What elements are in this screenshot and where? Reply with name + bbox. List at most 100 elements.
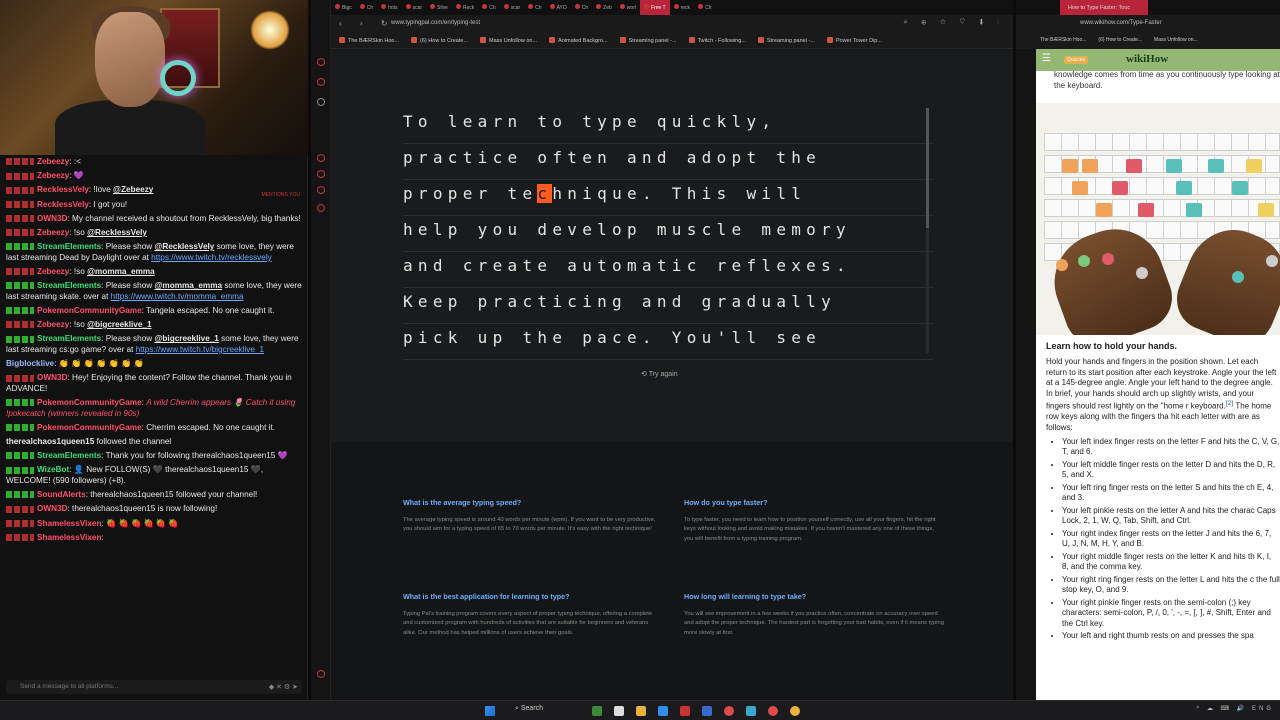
bookmark-item[interactable]: The BÆRSkin Hoo...	[1040, 37, 1086, 43]
right-address-bar[interactable]: www.wikihow.com/Type-Faster	[1016, 15, 1280, 32]
chrome-icon[interactable]	[790, 706, 800, 716]
toolbar-icons[interactable]: ⌕ ⊕ ☆ ♡ ⬇ ⋮	[904, 19, 1005, 27]
chat-link[interactable]: https://www.twitch.tv/bigcreeklive_1	[136, 345, 264, 354]
chat-username[interactable]: PokemonCommunityGame	[37, 306, 142, 315]
chat-username[interactable]: ShamelessVixen	[37, 519, 101, 528]
browser-tab[interactable]: scar	[402, 0, 426, 15]
browser-tab[interactable]: scar	[500, 0, 524, 15]
sidebar-more-icon[interactable]	[317, 670, 325, 678]
chat-username[interactable]: Zebeezy	[37, 157, 69, 166]
faq-question[interactable]: What is the best application for learnin…	[403, 592, 663, 601]
try-again-button[interactable]: ⟲ Try again	[641, 370, 678, 378]
chat-username[interactable]: PokemonCommunityGame	[37, 423, 142, 432]
right-tab-strip[interactable]: How to Type Faster: Touc	[1016, 0, 1280, 15]
chat-log[interactable]: Zebeezy: :< Zebeezy: 💜 RecklessVely: !love…	[0, 155, 308, 677]
browser-tab[interactable]: Free T	[639, 0, 670, 15]
chat-username[interactable]: ShamelessVixen	[37, 533, 101, 542]
chat-username[interactable]: PokemonCommunityGame	[37, 398, 142, 407]
bookmark-item[interactable]: (6) How to Create...	[1098, 37, 1142, 43]
chat-mention[interactable]: @RecklessVely	[154, 242, 214, 251]
chat-mention[interactable]: @momma_emma	[87, 267, 155, 276]
chat-username[interactable]: StreamElements	[37, 451, 101, 460]
chat-link[interactable]: https://www.twitch.tv/recklessvely	[151, 253, 272, 262]
chat-username[interactable]: OWN3D	[37, 214, 67, 223]
app-icon-1[interactable]	[592, 706, 602, 716]
browser-tab[interactable]: Ch	[478, 0, 499, 15]
sidebar-twitter-icon[interactable]	[317, 98, 325, 106]
lesson-text[interactable]: To learn to type quickly, practice often …	[403, 108, 933, 360]
chat-username[interactable]: SoundAlerts	[37, 490, 86, 499]
chat-mention[interactable]: @momma_emma	[154, 281, 222, 290]
chat-input-icons[interactable]: ◆ ✕ ⚙ ➤	[269, 683, 298, 691]
bookmark-item[interactable]: Power Tower Dip...	[826, 37, 882, 44]
app-icon-5[interactable]	[680, 706, 690, 716]
chat-username[interactable]: OWN3D	[37, 373, 67, 382]
chat-mention[interactable]: @bigcreeklive_1	[154, 334, 218, 343]
browser-tab[interactable]: Zeb	[592, 0, 616, 15]
bookmark-item[interactable]: Mass Unfollow on...	[1154, 37, 1198, 43]
browser-tab[interactable]: Reck	[452, 0, 478, 15]
browser-tab[interactable]: Ch	[571, 0, 592, 15]
hamburger-menu-icon[interactable]: ☰	[1042, 53, 1051, 64]
browser-tab[interactable]: hots	[377, 0, 401, 15]
quizzes-button[interactable]: Quizzes	[1064, 56, 1089, 64]
browser-tab[interactable]: Ch	[356, 0, 377, 15]
chat-mention[interactable]: @RecklessVely	[87, 228, 147, 237]
chat-username[interactable]: Zebeezy	[37, 171, 69, 180]
browser-tab[interactable]: Ch	[694, 0, 715, 15]
chat-input[interactable]: Send a message to all platforms... ◆ ✕ ⚙…	[6, 680, 302, 694]
lesson-scrollbar[interactable]	[926, 108, 929, 353]
chat-username[interactable]: StreamElements	[37, 242, 101, 251]
app-icon-9[interactable]	[768, 706, 778, 716]
chat-username[interactable]: WizeBot	[37, 465, 69, 474]
system-tray[interactable]: ^ ☁ ⌨ 🔊 ENG	[1196, 705, 1274, 712]
bookmark-item[interactable]: Streaming panel -...	[757, 37, 815, 44]
chat-username[interactable]: StreamElements	[37, 281, 101, 290]
faq-question[interactable]: How do you type faster?	[684, 498, 944, 507]
chat-username[interactable]: OWN3D	[37, 504, 67, 513]
typing-test-area[interactable]: To learn to type quickly, practice often …	[331, 50, 1013, 442]
bookmark-item[interactable]: Mass Unfollow on...	[480, 37, 537, 44]
sidebar-downloads-icon[interactable]	[317, 186, 325, 194]
app-icon-4[interactable]	[658, 706, 668, 716]
browser-tab[interactable]: worl	[616, 0, 640, 15]
sidebar-history-icon[interactable]	[317, 154, 325, 162]
bookmark-item[interactable]: Streaming panel -...	[619, 37, 677, 44]
chat-mention[interactable]: @bigcreeklive_1	[87, 320, 151, 329]
chat-username[interactable]: Zebeezy	[37, 228, 69, 237]
bookmark-item[interactable]: Twitch - Following...	[688, 37, 746, 44]
chat-mention[interactable]: @Zebeezy	[113, 185, 153, 194]
chat-username[interactable]: RecklessVely	[37, 200, 89, 209]
app-icon-6[interactable]	[702, 706, 712, 716]
bookmark-item[interactable]: Animated Backgro...	[549, 37, 608, 44]
sidebar-settings-icon[interactable]	[317, 204, 325, 212]
url-text[interactable]: www.typingpal.com/en/typing-test	[391, 20, 480, 26]
sidebar-bookmark-icon[interactable]	[317, 78, 325, 86]
browser-tab[interactable]: reck	[670, 0, 694, 15]
app-icon-8[interactable]	[746, 706, 756, 716]
chat-username[interactable]: RecklessVely	[37, 185, 89, 194]
faq-question[interactable]: How long will learning to type take?	[684, 592, 944, 601]
wikihow-page[interactable]: ☰ Quizzes wikiHow knowledge comes from t…	[1036, 49, 1280, 700]
right-url-text[interactable]: www.wikihow.com/Type-Faster	[1080, 20, 1162, 26]
browser-tab[interactable]: Ch	[524, 0, 545, 15]
browser-tab[interactable]: AYO	[546, 0, 571, 15]
app-icon-2[interactable]	[614, 706, 624, 716]
bookmark-item[interactable]: The BÆRSkin Hoo...	[339, 37, 399, 44]
chat-username[interactable]: StreamElements	[37, 334, 101, 343]
windows-start-icon[interactable]	[485, 706, 495, 716]
sidebar-home-icon[interactable]	[317, 58, 325, 66]
browser-tab[interactable]: Bigc	[331, 0, 356, 15]
nav-buttons[interactable]: ‹ › ↻	[339, 19, 395, 28]
browser-tab[interactable]: Silve	[426, 0, 452, 15]
chat-username[interactable]: Zebeezy	[37, 267, 69, 276]
taskbar-search[interactable]: ⌕ Search	[505, 705, 585, 717]
address-bar[interactable]: ‹ › ↻ www.typingpal.com/en/typing-test ⌕…	[331, 15, 1013, 32]
tab-strip[interactable]: Bigc Ch hots scar Silve Reck Ch scar Ch AYO Ch Zeb w…	[331, 0, 1013, 15]
chat-username[interactable]: Bigblocklive	[6, 359, 54, 368]
bookmark-item[interactable]: (6) How to Create...	[411, 37, 468, 44]
right-active-tab[interactable]: How to Type Faster: Touc	[1068, 5, 1130, 11]
lesson-scrollbar-thumb[interactable]	[926, 108, 929, 228]
chat-link[interactable]: https://www.twitch.tv/momma_emma	[111, 292, 244, 301]
folder-icon[interactable]	[636, 706, 646, 716]
